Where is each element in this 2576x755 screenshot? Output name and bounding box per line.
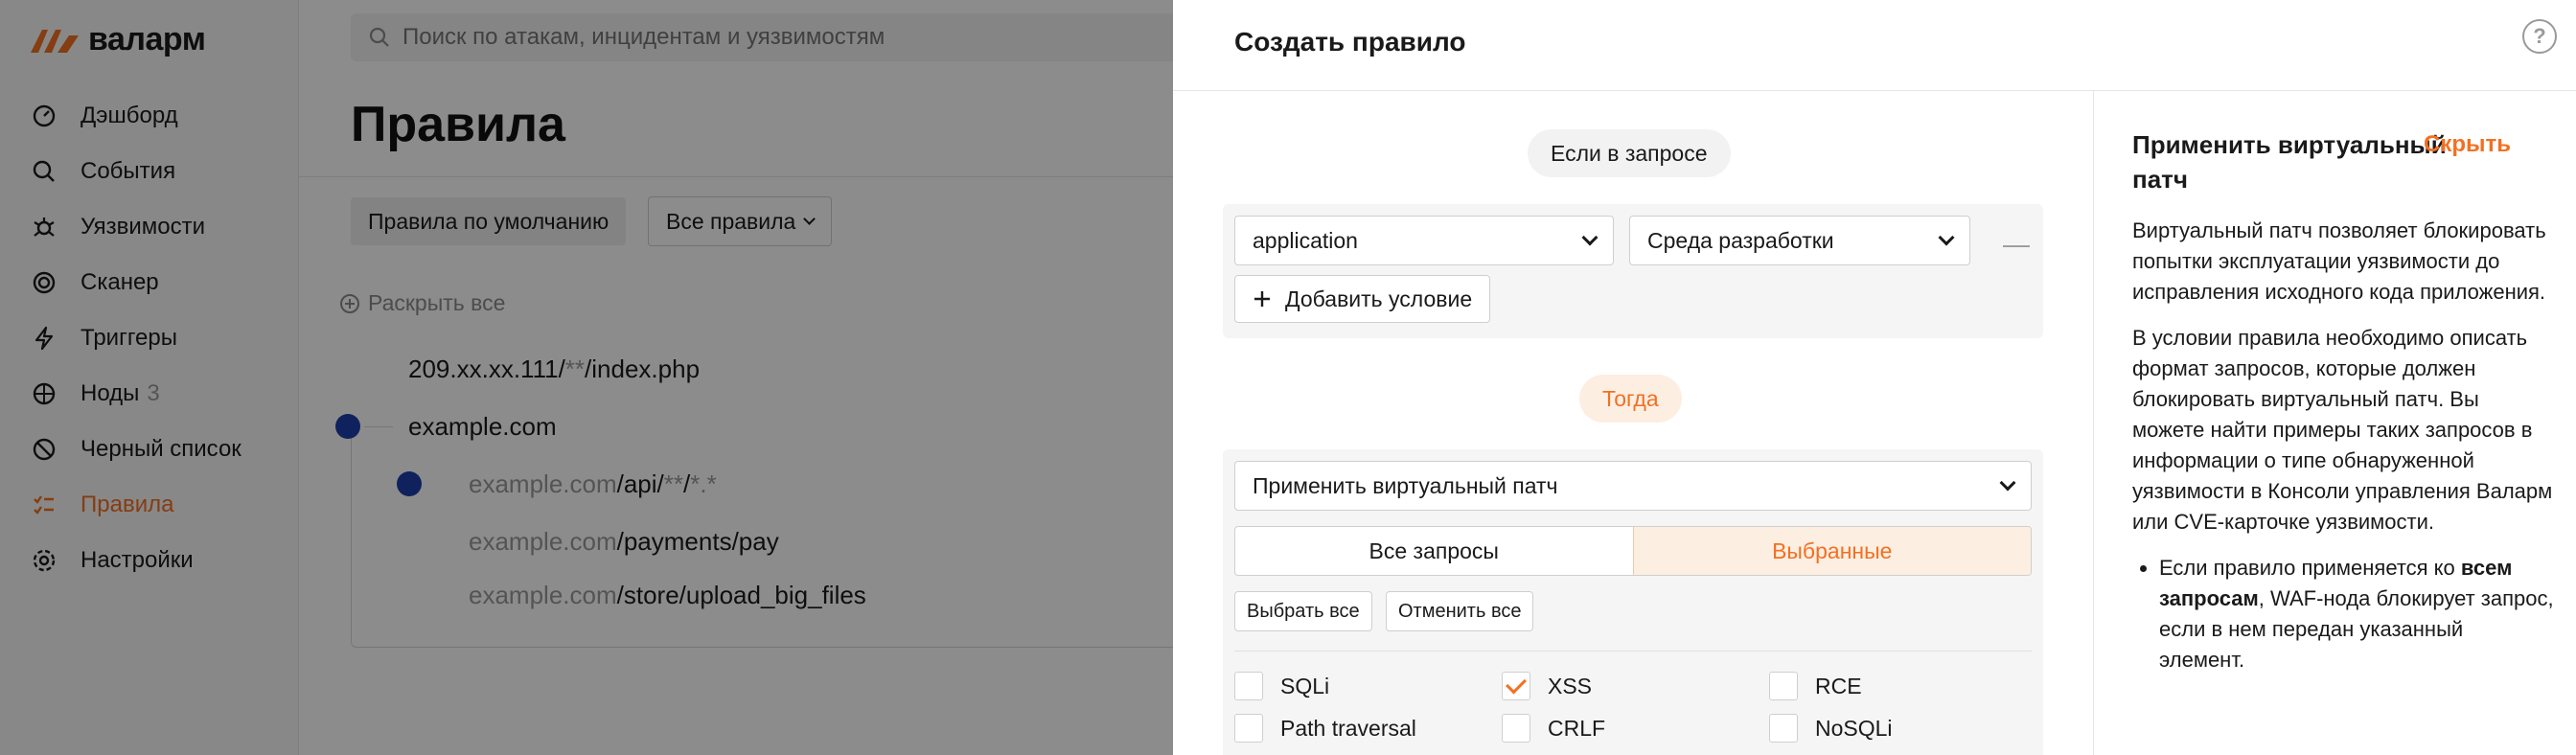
- scope-toggle: Все запросы Выбранные: [1234, 526, 2032, 576]
- add-condition-button[interactable]: Добавить условие: [1234, 275, 1491, 323]
- cancel-all-button[interactable]: Отменить все: [1386, 591, 1534, 631]
- select-all-button[interactable]: Выбрать все: [1234, 591, 1372, 631]
- attack-checkbox-sqli[interactable]: SQLi: [1234, 672, 1329, 700]
- help-list-item: Если правило применяется ко всем запроса…: [2159, 553, 2554, 675]
- condition-point-select[interactable]: application: [1234, 216, 1614, 265]
- checkbox-checked[interactable]: [1502, 672, 1530, 700]
- checkbox-label: NoSQLi: [1815, 715, 1893, 741]
- help-paragraph: В условии правила необходимо описать фор…: [2132, 326, 2553, 534]
- help-list: Если правило применяется ко всем запроса…: [2132, 553, 2554, 675]
- checkbox-label: RCE: [1815, 673, 1862, 698]
- chevron-down-icon: [1581, 229, 1598, 246]
- condition-point-value: application: [1253, 227, 1358, 253]
- condition-group: application Среда разработки — Добавить …: [1223, 204, 2043, 338]
- action-value: Применить виртуальный патч: [1253, 472, 1558, 498]
- help-title: Применить виртуальный патч: [2132, 130, 2447, 194]
- help-panel: Применить виртуальный патч Скрыть Виртуа…: [2093, 91, 2576, 755]
- condition-value-select[interactable]: Среда разработки: [1629, 216, 1970, 265]
- condition-value: Среда разработки: [1647, 227, 1834, 253]
- modal-backdrop[interactable]: [0, 0, 1173, 755]
- hide-help-button[interactable]: Скрыть: [2424, 131, 2511, 158]
- plus-icon: [1254, 291, 1270, 307]
- checkbox[interactable]: [1502, 714, 1530, 743]
- help-text: Если правило применяется ко: [2159, 556, 2461, 580]
- help-paragraph: Виртуальный патч позволяет блокировать п…: [2132, 218, 2546, 304]
- add-condition-label: Добавить условие: [1285, 286, 1473, 311]
- checkbox[interactable]: [1769, 714, 1798, 743]
- checkbox-label: Path traversal: [1280, 715, 1416, 741]
- checkbox[interactable]: [1234, 672, 1263, 700]
- then-label: Тогда: [1579, 375, 1682, 423]
- scope-all-requests[interactable]: Все запросы: [1235, 527, 1633, 575]
- attack-checkbox-rce[interactable]: RCE: [1769, 672, 1862, 700]
- help-body: Виртуальный патч позволяет блокировать п…: [2132, 216, 2554, 675]
- action-select[interactable]: Применить виртуальный патч: [1234, 461, 2032, 511]
- checkbox[interactable]: [1234, 714, 1263, 743]
- chevron-down-icon: [1999, 474, 2016, 492]
- help-icon[interactable]: ?: [2522, 19, 2557, 54]
- attacks-divider: [1234, 651, 2032, 652]
- rule-form: Если в запросе application Среда разрабо…: [1173, 91, 2093, 755]
- checkbox[interactable]: [1769, 672, 1798, 700]
- action-group: Применить виртуальный патч Все запросы В…: [1223, 449, 2043, 755]
- attack-checkbox-nosqli[interactable]: NoSQLi: [1769, 714, 1893, 743]
- remove-condition-button[interactable]: —: [1997, 225, 2036, 263]
- checkbox-label: CRLF: [1548, 715, 1606, 741]
- chevron-down-icon: [1938, 229, 1955, 246]
- if-label: Если в запросе: [1528, 129, 1731, 177]
- scope-selected[interactable]: Выбранные: [1632, 527, 2031, 575]
- drawer-title: Создать правило: [1234, 27, 1466, 57]
- checkbox-label: SQLi: [1280, 673, 1330, 698]
- checkbox-label: XSS: [1548, 673, 1593, 698]
- attack-checkbox-crlf[interactable]: CRLF: [1502, 714, 1605, 743]
- create-rule-drawer: Создать правило ? Если в запросе applica…: [1173, 0, 2576, 755]
- attack-checkbox-xss[interactable]: XSS: [1502, 672, 1592, 700]
- drawer-header: Создать правило ?: [1173, 0, 2576, 91]
- attack-checkbox-path-traversal[interactable]: Path traversal: [1234, 714, 1416, 743]
